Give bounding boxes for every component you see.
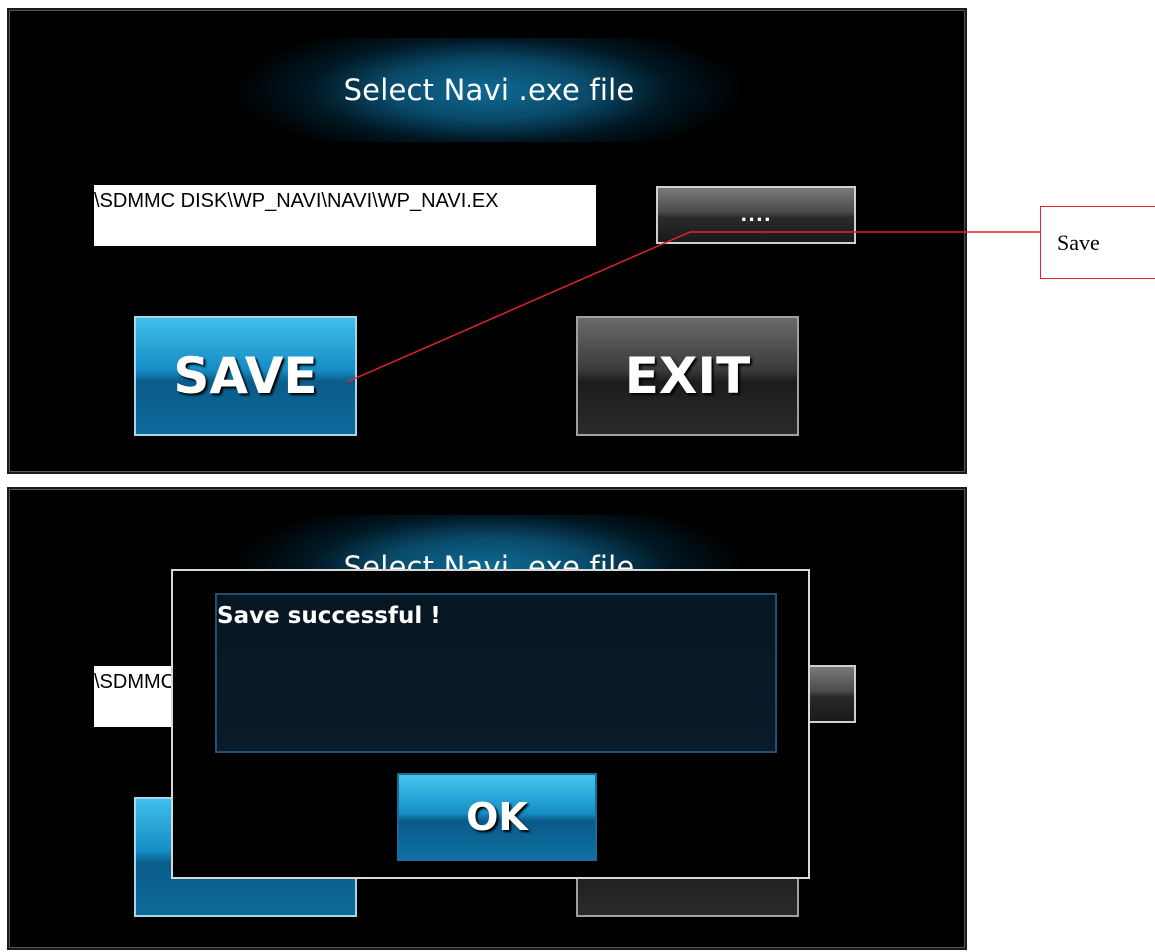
callout-label-box: Save [1040,206,1155,279]
callout-label: Save [1057,229,1100,255]
callout-leader-line [346,231,1040,383]
